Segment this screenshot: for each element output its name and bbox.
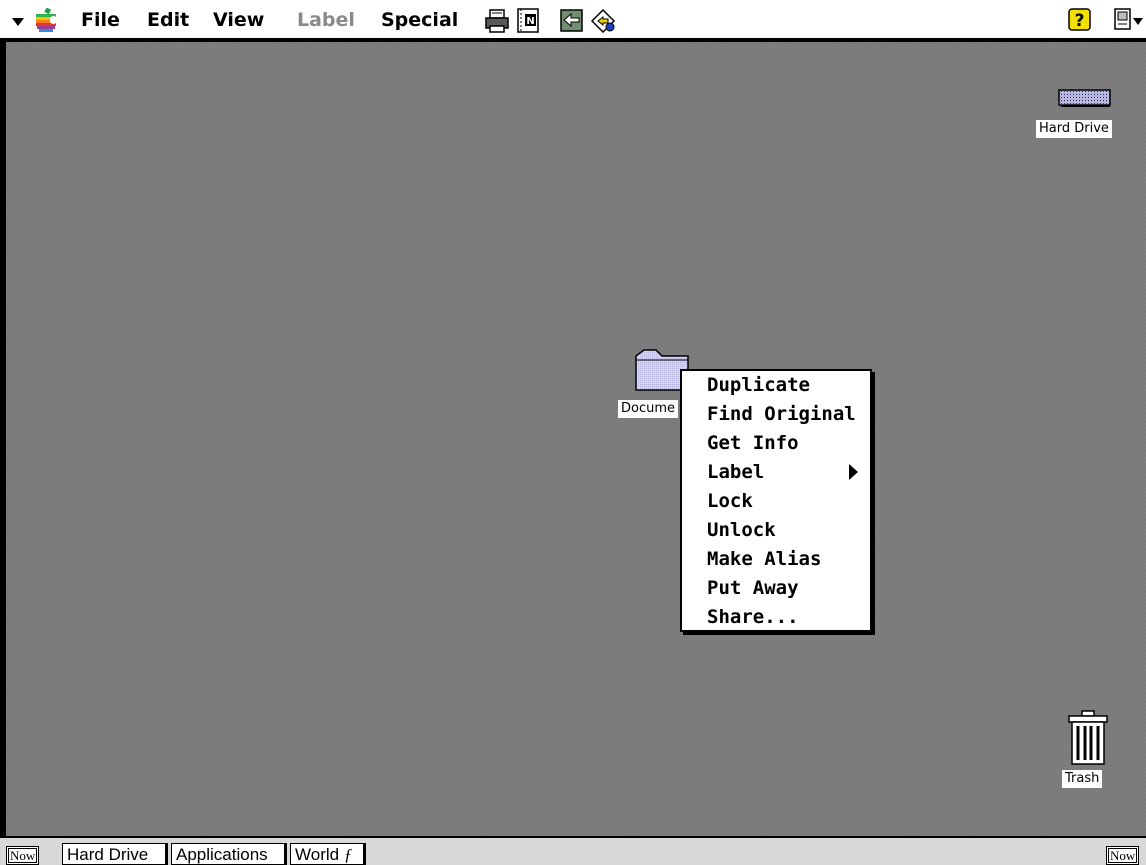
chevron-down-icon	[1133, 18, 1143, 25]
apple-menu[interactable]	[10, 8, 60, 34]
hard-drive-icon	[1058, 89, 1111, 107]
ctx-item-lock[interactable]: Lock	[707, 487, 753, 515]
ctx-item-put-away[interactable]: Put Away	[707, 574, 799, 602]
ctx-item-label-text: Label	[707, 461, 765, 483]
documents-folder-label: Docume	[618, 400, 679, 418]
ctx-item-duplicate[interactable]: Duplicate	[707, 371, 810, 399]
taskbar: Now Hard Drive Applications World ƒ Now	[0, 836, 1146, 865]
submenu-arrow-icon	[849, 464, 858, 480]
world-label: World	[295, 845, 340, 864]
taskbar-button-hard-drive[interactable]: Hard Drive	[62, 843, 168, 865]
ctx-item-share[interactable]: Share...	[707, 603, 799, 631]
menu-label[interactable]: Label	[297, 6, 355, 34]
now-button-left[interactable]: Now	[6, 846, 40, 865]
apple-logo-icon	[36, 8, 56, 32]
now-button-right[interactable]: Now	[1106, 846, 1140, 865]
application-switcher-icon	[1114, 8, 1131, 30]
help-icon[interactable]: ?	[1068, 8, 1092, 32]
desktop[interactable]: Hard Drive Docume Trash Duplicate Find O…	[6, 42, 1146, 836]
ctx-item-find-original[interactable]: Find Original	[707, 400, 856, 428]
world-suffix: ƒ	[343, 845, 353, 864]
diamond-arrow-icon[interactable]	[591, 9, 617, 33]
chevron-down-icon	[12, 18, 24, 26]
back-arrow-icon[interactable]	[560, 9, 584, 33]
menu-special[interactable]: Special	[381, 6, 458, 34]
hard-drive-label: Hard Drive	[1036, 120, 1112, 138]
menu-file[interactable]: File	[81, 6, 120, 34]
ctx-item-unlock[interactable]: Unlock	[707, 516, 776, 544]
trash-label: Trash	[1062, 770, 1103, 788]
trash-icon	[1068, 710, 1108, 765]
hard-drive-desktop-icon[interactable]: Hard Drive	[1036, 88, 1132, 142]
ctx-item-get-info[interactable]: Get Info	[707, 429, 799, 457]
application-switcher[interactable]	[1114, 8, 1146, 34]
trash-desktop-icon[interactable]: Trash	[1058, 710, 1118, 794]
menu-bar: File Edit View Label Special N ?	[0, 0, 1146, 40]
ctx-item-make-alias[interactable]: Make Alias	[707, 545, 821, 573]
menu-view[interactable]: View	[213, 6, 264, 34]
context-menu: Duplicate Find Original Get Info Label L…	[680, 369, 872, 632]
menu-edit[interactable]: Edit	[147, 6, 189, 34]
svg-text:?: ?	[1075, 11, 1085, 31]
taskbar-button-world[interactable]: World ƒ	[290, 843, 366, 865]
ctx-item-label[interactable]: Label	[682, 458, 870, 486]
svg-text:N: N	[526, 16, 534, 27]
printer-icon[interactable]	[485, 9, 511, 33]
taskbar-button-applications[interactable]: Applications	[171, 843, 287, 865]
notepad-icon[interactable]: N	[517, 8, 541, 34]
